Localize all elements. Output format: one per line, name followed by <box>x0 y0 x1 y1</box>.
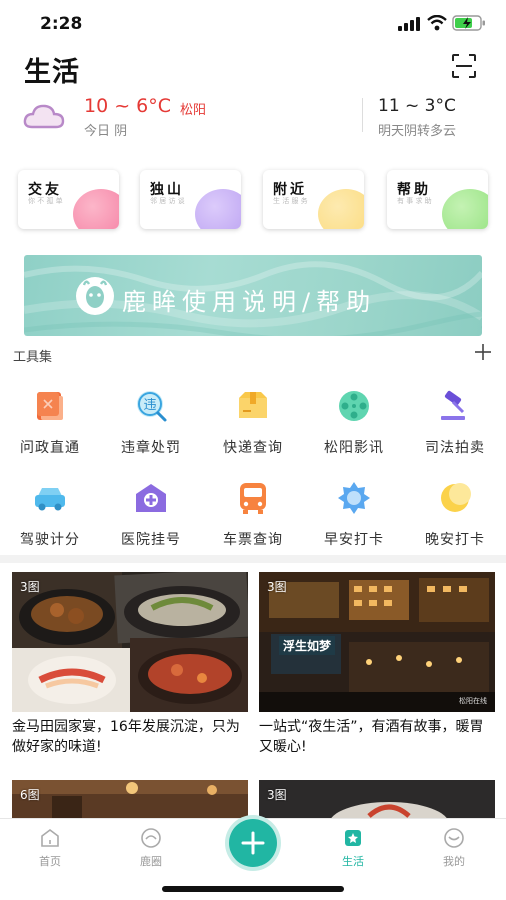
tool-label: 早安打卡 <box>324 532 384 548</box>
violation-search-icon: 违 <box>137 391 167 422</box>
tab-home[interactable]: 首页 <box>20 827 80 871</box>
profile-icon <box>444 828 464 848</box>
feed-image: 3图 浮生如梦 松阳在线 <box>259 572 495 712</box>
tab-label: 我的 <box>443 855 465 868</box>
tomorrow-weather-desc: 明天阴转多云 <box>378 124 457 139</box>
card-decoration <box>318 189 364 229</box>
scan-icon[interactable] <box>451 53 477 79</box>
status-bar: 2:28 <box>0 0 506 44</box>
feed-image: 6图 <box>12 780 248 820</box>
card-decoration <box>442 189 488 229</box>
battery-charging-icon <box>452 15 485 31</box>
tool-movies[interactable]: 松阳影讯 <box>309 388 399 458</box>
food-collage-image <box>12 572 248 712</box>
home-icon <box>41 829 59 847</box>
card-help[interactable]: 帮助 有 事 求 助 <box>387 170 488 229</box>
tool-morning-checkin[interactable]: 早安打卡 <box>309 480 399 550</box>
tool-label: 晚安打卡 <box>425 532 485 548</box>
tools-section-title: 工具集 <box>13 350 53 365</box>
card-subtitle: 有 事 求 助 <box>397 197 432 205</box>
page-title: 生活 <box>24 57 80 88</box>
signal-icon <box>398 17 420 31</box>
cloudy-weather-icon <box>23 104 65 129</box>
moon-icon <box>441 483 471 512</box>
hospital-icon <box>136 484 166 512</box>
tab-label: 首页 <box>39 855 61 868</box>
tab-deer-circle[interactable]: 鹿圈 <box>121 827 181 871</box>
card-dushan[interactable]: 独山 邻 居 访 谈 <box>140 170 241 229</box>
image-count-badge: 3图 <box>267 580 287 594</box>
feed-title: 金马田园家宴，16年发展沉淀，只为做好家的味道! <box>12 719 240 755</box>
sun-icon <box>338 482 370 514</box>
film-reel-icon <box>339 391 369 421</box>
tool-label: 驾驶计分 <box>20 532 80 548</box>
deer-logo-icon <box>76 277 114 315</box>
life-star-icon <box>345 830 361 846</box>
tool-tickets[interactable]: 车票查询 <box>208 480 298 550</box>
tool-label: 违章处罚 <box>121 440 181 456</box>
dish-image <box>259 780 495 820</box>
today-temperature: 10 ~ 6°C <box>84 95 172 117</box>
deer-circle-icon <box>141 828 161 848</box>
card-decoration <box>195 189 241 229</box>
book-icon <box>37 392 63 420</box>
wifi-icon <box>427 15 447 31</box>
card-subtitle: 你 不 孤 单 <box>28 197 63 205</box>
plus-icon <box>241 831 265 855</box>
tool-night-checkin[interactable]: 晚安打卡 <box>410 480 500 550</box>
banner-text: 鹿眸使用说明/帮助 <box>122 288 377 316</box>
tool-label: 快递查询 <box>223 440 283 456</box>
tool-wenzheng[interactable]: 问政直通 <box>5 388 95 458</box>
tab-profile[interactable]: 我的 <box>424 827 484 871</box>
tomorrow-temperature: 11 ~ 3°C <box>378 96 456 116</box>
tool-label: 车票查询 <box>223 532 283 548</box>
card-friends[interactable]: 交友 你 不 孤 单 <box>18 170 119 229</box>
tab-life[interactable]: 生活 <box>323 827 383 871</box>
card-subtitle: 邻 居 访 谈 <box>150 197 185 205</box>
tool-label: 医院挂号 <box>121 532 181 548</box>
card-decoration <box>73 189 119 229</box>
storefront-sign: 浮生如梦 <box>279 636 336 655</box>
feed-title: 一站式“夜生活”，有酒有故事，暖胃又暖心! <box>259 719 484 755</box>
image-count-badge: 3图 <box>20 580 40 594</box>
bus-icon <box>240 483 266 514</box>
tool-label: 松阳影讯 <box>324 440 384 456</box>
tool-auction[interactable]: 司法拍卖 <box>410 388 500 458</box>
image-count-badge: 3图 <box>267 788 287 802</box>
tool-label: 问政直通 <box>20 440 80 456</box>
card-nearby[interactable]: 附近 生 活 服 务 <box>263 170 364 229</box>
help-banner[interactable]: 鹿眸使用说明/帮助 <box>24 255 482 336</box>
tool-label: 司法拍卖 <box>425 440 485 456</box>
restaurant-interior-image <box>12 780 248 820</box>
today-weather-desc: 今日 阴 <box>84 124 128 139</box>
feed-image: 3图 <box>12 572 248 712</box>
image-count-badge: 6图 <box>20 788 40 802</box>
svg-text:违: 违 <box>143 398 156 413</box>
watermark: 松阳在线 <box>459 697 487 705</box>
add-tool-icon[interactable] <box>474 343 492 361</box>
tool-driving-score[interactable]: 驾驶计分 <box>5 480 95 550</box>
feed-image: 3图 <box>259 780 495 820</box>
home-indicator <box>162 886 344 892</box>
tool-express[interactable]: 快递查询 <box>208 388 298 458</box>
tab-label: 生活 <box>342 855 364 868</box>
card-subtitle: 生 活 服 务 <box>273 197 308 205</box>
weather-divider <box>362 98 363 132</box>
create-post-button[interactable] <box>229 819 277 867</box>
status-time: 2:28 <box>40 14 83 34</box>
section-divider <box>0 555 506 563</box>
auction-hammer-icon <box>441 390 465 420</box>
tab-label: 鹿圈 <box>140 855 162 868</box>
parcel-icon <box>239 392 267 418</box>
car-icon <box>35 488 65 511</box>
tool-violation[interactable]: 违 违章处罚 <box>106 388 196 458</box>
city-label[interactable]: 松阳 <box>180 99 206 118</box>
tool-hospital[interactable]: 医院挂号 <box>106 480 196 550</box>
